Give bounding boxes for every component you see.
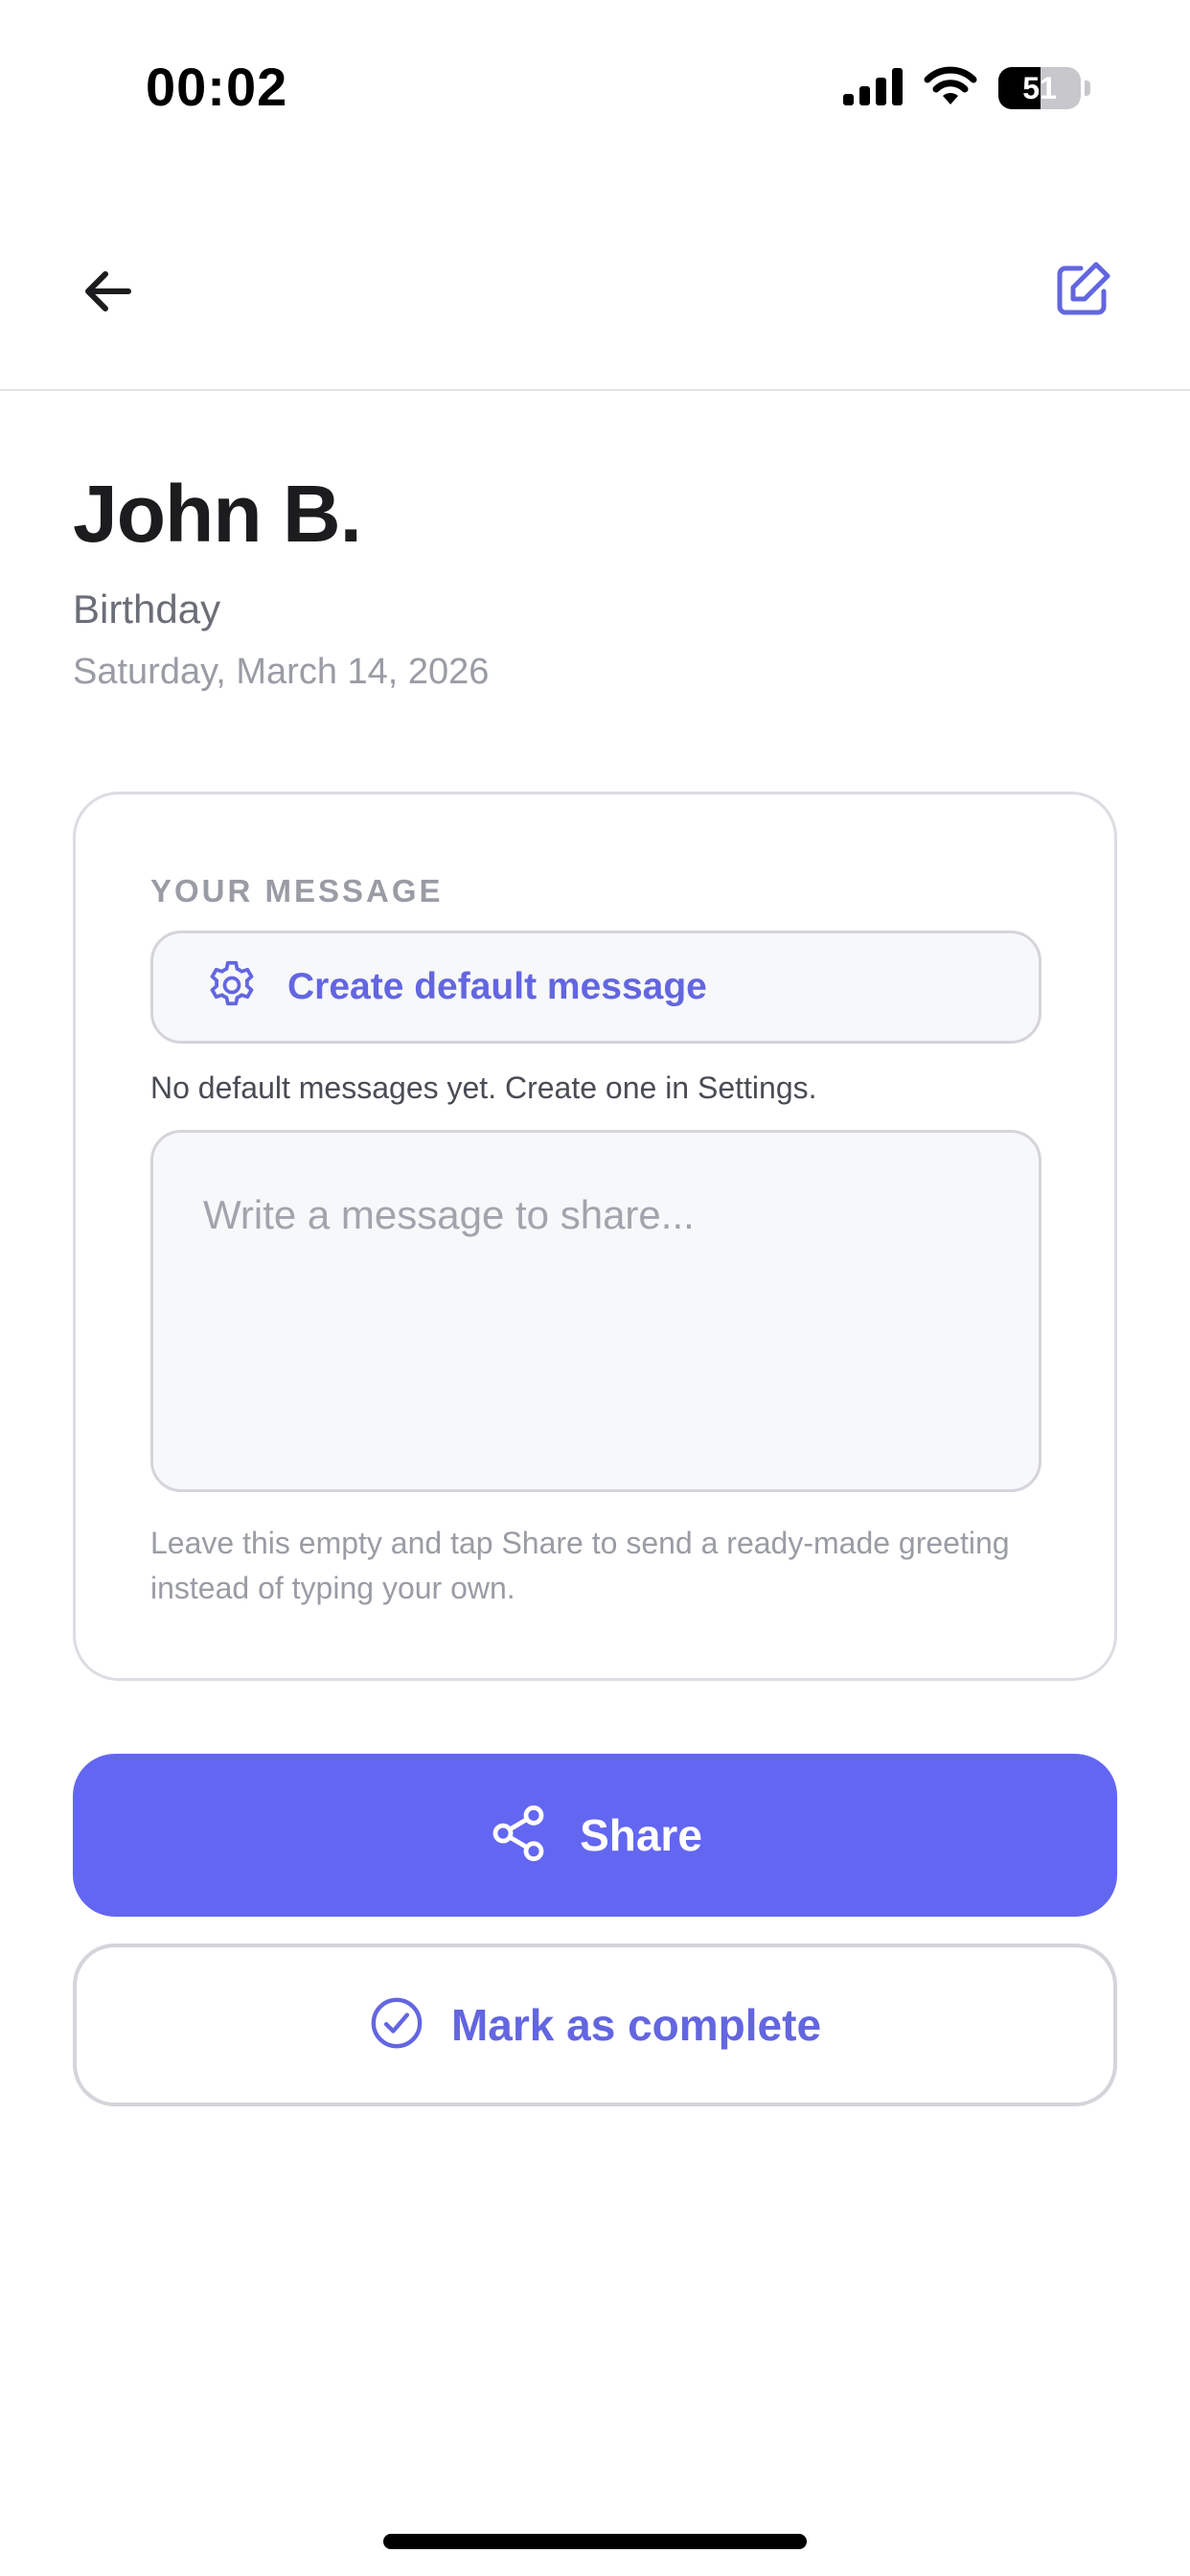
mark-complete-button[interactable]: Mark as complete [73, 1944, 1117, 2106]
event-date: Saturday, March 14, 2026 [73, 652, 490, 692]
share-button[interactable]: Share [73, 1754, 1117, 1917]
status-time: 00:02 [146, 57, 288, 117]
check-circle-icon [369, 1995, 424, 2056]
status-bar: 00:02 51 [0, 0, 1190, 172]
message-input[interactable] [150, 1130, 1041, 1492]
edit-square-icon [1052, 259, 1113, 325]
back-button[interactable] [67, 253, 148, 334]
message-card: YOUR MESSAGE Create default message No d… [73, 792, 1117, 1681]
status-icons: 51 [843, 61, 1090, 115]
mark-complete-label: Mark as complete [450, 2000, 822, 2050]
contact-name: John B. [73, 469, 362, 559]
gear-icon [203, 956, 261, 1019]
create-default-message-button[interactable]: Create default message [150, 931, 1041, 1044]
no-default-note: No default messages yet. Create one in S… [150, 1070, 817, 1105]
event-detail-screen: 00:02 51 John B. Birthday Saturday, Marc… [0, 0, 1190, 2576]
home-indicator[interactable] [383, 2534, 807, 2549]
section-label: YOUR MESSAGE [150, 873, 444, 908]
edit-button[interactable] [1042, 251, 1123, 332]
message-hint: Leave this empty and tap Share to send a… [150, 1526, 1010, 1605]
arrow-left-icon [79, 263, 136, 325]
battery-level: 51 [1022, 70, 1057, 105]
battery-cap [1085, 80, 1090, 96]
wifi-icon [924, 66, 977, 111]
share-label: Share [580, 1810, 702, 1860]
share-icon [488, 1803, 549, 1869]
nav-bar [0, 172, 1190, 391]
create-default-message-label: Create default message [287, 966, 707, 1007]
event-type: Birthday [73, 586, 221, 632]
battery-icon: 51 [998, 67, 1081, 109]
cellular-signal-icon [843, 67, 903, 110]
